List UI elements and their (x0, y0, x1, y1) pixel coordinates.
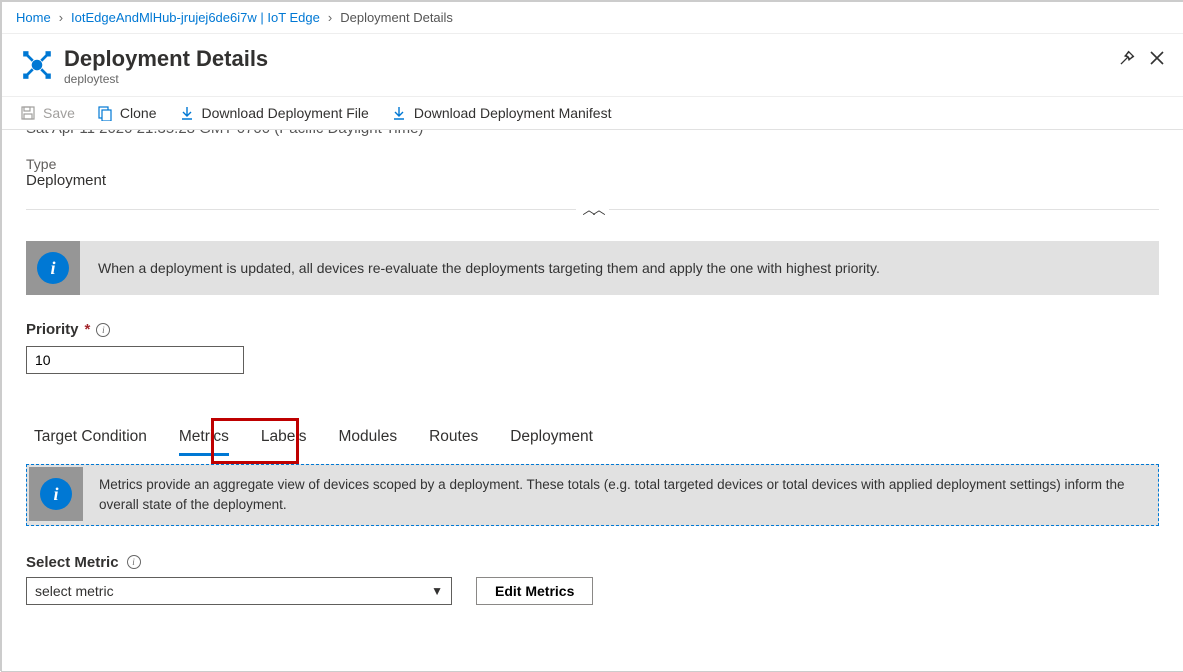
save-button: Save (20, 105, 75, 121)
chevron-right-icon: › (328, 10, 332, 25)
page-header: Deployment Details deploytest (2, 34, 1183, 97)
priority-input[interactable] (26, 346, 244, 374)
tab-modules[interactable]: Modules (339, 422, 398, 456)
required-asterisk: * (85, 321, 91, 338)
metrics-info-banner: i Metrics provide an aggregate view of d… (26, 464, 1159, 525)
page-subtitle: deploytest (64, 72, 268, 86)
type-value: Deployment (26, 172, 1159, 189)
download-manifest-button[interactable]: Download Deployment Manifest (391, 105, 612, 121)
select-metric-label: Select Metric i (26, 554, 141, 571)
chevron-right-icon: › (59, 10, 63, 25)
command-bar: Save Clone Download Deployment File Down… (2, 97, 1183, 130)
tab-labels[interactable]: Labels (261, 422, 307, 456)
download-icon (391, 105, 407, 121)
tab-metrics[interactable]: Metrics (179, 422, 229, 456)
breadcrumb-hub[interactable]: IotEdgeAndMlHub-jrujej6de6i7w | IoT Edge (71, 10, 320, 25)
clone-label: Clone (120, 105, 157, 121)
breadcrumb-current: Deployment Details (340, 10, 453, 25)
tab-bar: Target Condition Metrics Labels Modules … (26, 422, 1159, 456)
clone-button[interactable]: Clone (97, 105, 157, 121)
priority-info-text: When a deployment is updated, all device… (98, 259, 880, 279)
pin-icon[interactable] (1119, 50, 1135, 69)
info-icon: i (29, 467, 83, 521)
tab-deployment[interactable]: Deployment (510, 422, 593, 456)
tab-routes[interactable]: Routes (429, 422, 478, 456)
collapse-divider: ︿︿ (26, 209, 1159, 213)
breadcrumb-home[interactable]: Home (16, 10, 51, 25)
download-file-button[interactable]: Download Deployment File (179, 105, 369, 121)
download-file-label: Download Deployment File (202, 105, 369, 121)
metrics-info-text: Metrics provide an aggregate view of dev… (85, 465, 1158, 524)
page-title: Deployment Details (64, 46, 268, 72)
download-icon (179, 105, 195, 121)
select-metric-value: select metric (35, 583, 114, 599)
priority-info-banner: i When a deployment is updated, all devi… (26, 241, 1159, 295)
save-icon (20, 105, 36, 121)
info-icon[interactable]: i (127, 555, 141, 569)
select-metric-dropdown[interactable]: select metric ▼ (26, 577, 452, 605)
save-label: Save (43, 105, 75, 121)
info-icon[interactable]: i (96, 323, 110, 337)
deployment-icon (20, 48, 54, 82)
chevron-down-icon: ▼ (431, 584, 443, 598)
breadcrumb: Home › IotEdgeAndMlHub-jrujej6de6i7w | I… (2, 2, 1183, 34)
creation-date-value: Sat Apr 11 2020 21:35:28 GMT-0700 (Pacif… (26, 130, 1159, 144)
priority-label: Priority * i (26, 321, 110, 338)
download-manifest-label: Download Deployment Manifest (414, 105, 612, 121)
close-icon[interactable] (1149, 50, 1165, 69)
content-scroll[interactable]: Sat Apr 11 2020 21:35:28 GMT-0700 (Pacif… (2, 130, 1183, 672)
clone-icon (97, 105, 113, 121)
tab-target-condition[interactable]: Target Condition (34, 422, 147, 456)
info-icon: i (26, 241, 80, 295)
chevron-up-double-icon[interactable]: ︿︿ (576, 202, 608, 217)
edit-metrics-button[interactable]: Edit Metrics (476, 577, 593, 605)
type-label: Type (26, 156, 1159, 172)
